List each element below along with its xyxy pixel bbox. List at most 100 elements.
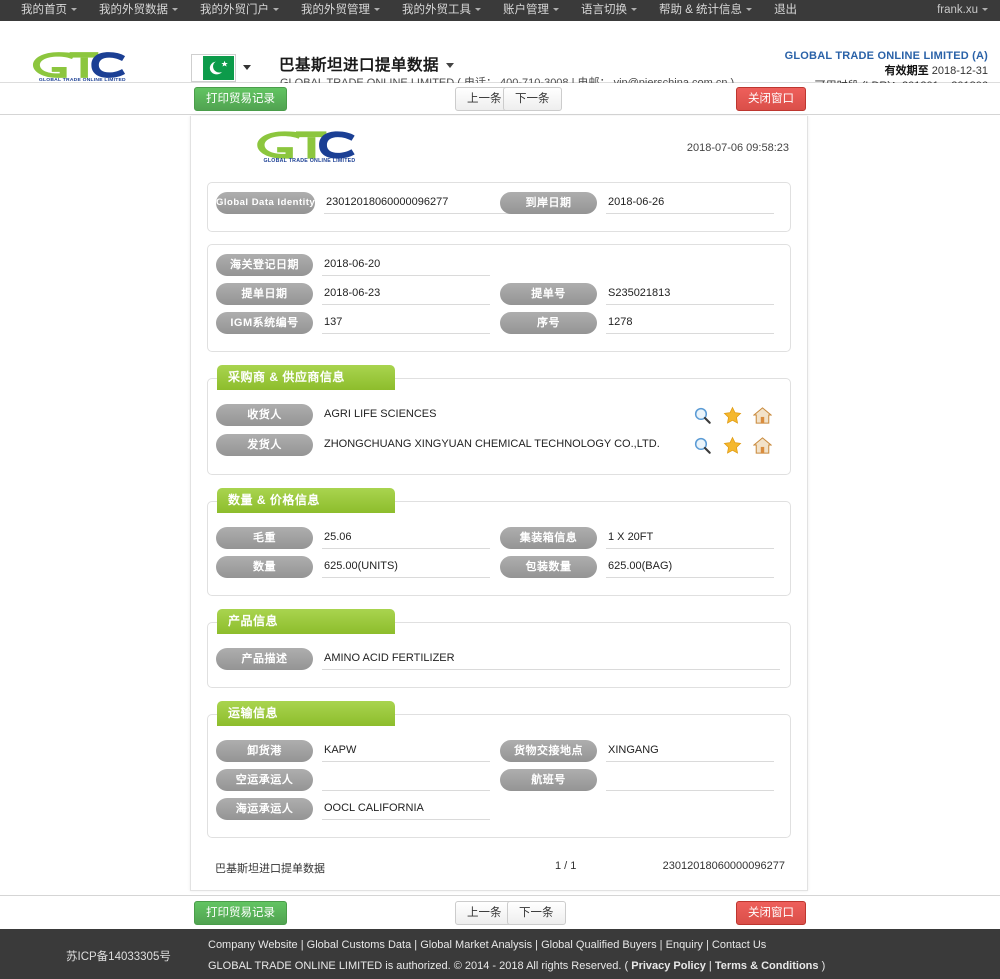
field-label: Global Data Identity [216,192,315,214]
nav-item-3[interactable]: 我的外贸管理 [290,0,391,21]
parties-card-body: 收货人 AGRI LIFE SCIENCES 发货人 ZHONGCHUANG X… [208,385,790,474]
document-logo: GLOBAL TRADE ONLINE LIMITED [252,128,362,167]
field-value: 23012018060000096277 [324,193,512,214]
page-title-chevron-down-icon[interactable] [446,63,455,69]
footer-link-0[interactable]: Company Website [208,939,298,951]
site-header: GLOBAL TRADE ONLINE LIMITED 巴基斯坦进口提单数据 G… [0,21,1000,92]
transport-card-body: 卸货港 KAPW 货物交接地点 XINGANG 空运承运人 航班号 海运承运人 … [208,721,790,837]
identity-card-body: Global Data Identity 2301201806000009627… [208,183,790,231]
flag-dropdown-caret-icon[interactable] [243,65,251,70]
field-value [322,770,490,791]
nav-item-7[interactable]: 帮助 & 统计信息 [648,0,763,21]
field-place-of-delivery: 货物交接地点 XINGANG [500,740,774,762]
nav-item-6[interactable]: 语言切换 [570,0,648,21]
document-footer-title: 巴基斯坦进口提单数据 [215,863,325,875]
nav-item-0[interactable]: 我的首页 [10,0,88,21]
privacy-policy-link[interactable]: Privacy Policy [631,960,706,972]
footer-link-2[interactable]: Global Market Analysis [420,939,532,951]
field-label: 空运承运人 [216,769,313,791]
parties-card: 采购商 & 供应商信息 收货人 AGRI LIFE SCIENCES 发货人 Z… [207,365,791,475]
footer-copyright: GLOBAL TRADE ONLINE LIMITED is authorize… [208,960,825,972]
document-timestamp: 2018-07-06 09:58:23 [686,142,789,154]
copyright-text: GLOBAL TRADE ONLINE LIMITED is authorize… [208,960,632,972]
field-igm-number: IGM系统编号 137 [216,312,490,334]
chevron-down-icon [631,8,637,12]
footer-link-5[interactable]: Contact Us [712,939,766,951]
nav-item-8[interactable]: 退出 [763,0,808,21]
field-row: Global Data Identity 2301201806000009627… [216,192,780,221]
field-row: IGM系统编号 137 序号 1278 [216,312,780,341]
field-label: 集装箱信息 [500,527,597,549]
document-header: GLOBAL TRADE ONLINE LIMITED 2018-07-06 0… [207,124,791,182]
quantity-card-body: 毛重 25.06 集装箱信息 1 X 20FT 数量 625.00(UNITS)… [208,508,790,595]
nav-item-label: 我的外贸数据 [99,4,168,16]
nav-item-4[interactable]: 我的外贸工具 [391,0,492,21]
field-shipper: 发货人 ZHONGCHUANG XINGYUAN CHEMICAL TECHNO… [216,434,760,456]
transport-section-tab: 运输信息 [217,701,395,726]
nav-item-1[interactable]: 我的外贸数据 [88,0,189,21]
field-package-quantity: 包装数量 625.00(BAG) [500,556,774,578]
user-name: frank.xu [937,4,978,16]
shipper-actions [693,436,772,455]
footer-link-3[interactable]: Global Qualified Buyers [541,939,657,951]
print-trade-record-button[interactable]: 打印贸易记录 [194,87,287,111]
next-record-button-bottom[interactable]: 下一条 [507,901,566,925]
field-label: 发货人 [216,434,313,456]
star-icon[interactable] [723,436,742,455]
search-icon[interactable] [693,436,712,455]
user-menu[interactable]: frank.xu [937,0,988,21]
close-window-button[interactable]: 关闭窗口 [736,87,806,111]
field-row: 海关登记日期 2018-06-20 [216,254,780,283]
next-record-button[interactable]: 下一条 [503,87,562,111]
chevron-down-icon [273,8,279,12]
nav-items-container: 我的首页 我的外贸数据 我的外贸门户 我的外贸管理 我的外贸工具 账户管理 语言切换 帮助 &… [10,0,808,21]
nav-item-label: 我的外贸工具 [402,4,471,16]
home-icon[interactable] [753,406,772,425]
terms-conditions-link[interactable]: Terms & Conditions [715,960,819,972]
field-value: 25.06 [322,528,490,549]
footer-link-1[interactable]: Global Customs Data [307,939,412,951]
field-value: OOCL CALIFORNIA [322,799,490,820]
footer-links: Company Website | Global Customs Data | … [208,939,766,951]
search-icon[interactable] [693,406,712,425]
field-quantity: 数量 625.00(UNITS) [216,556,490,578]
account-name: GLOBAL TRADE ONLINE LIMITED (A) [784,50,988,62]
field-label: 产品描述 [216,648,313,670]
chevron-down-icon [553,8,559,12]
field-air-carrier: 空运承运人 [216,769,490,791]
footer-link-4[interactable]: Enquiry [666,939,703,951]
field-value: KAPW [322,741,490,762]
field-discharge-port: 卸货港 KAPW [216,740,490,762]
nav-item-2[interactable]: 我的外贸门户 [189,0,290,21]
field-value: 1278 [606,313,774,334]
top-toolbar: 打印贸易记录 上一条 下一条 关闭窗口 [0,83,1000,115]
field-label: 提单号 [500,283,597,305]
customs-card-body: 海关登记日期 2018-06-20 提单日期 2018-06-23 提单号 S2… [208,245,790,351]
field-container-info: 集装箱信息 1 X 20FT [500,527,774,549]
footer-link-separator: | [297,939,307,951]
gto-logo[interactable]: GLOBAL TRADE ONLINE LIMITED [28,49,132,81]
nav-item-5[interactable]: 账户管理 [492,0,570,21]
document-footer-identity: 23012018060000096277 [662,860,785,872]
nav-item-label: 我的外贸管理 [301,4,370,16]
field-value: 1 X 20FT [606,528,774,549]
copyright-suffix: ) [818,960,826,972]
field-sea-carrier: 海运承运人 OOCL CALIFORNIA [216,798,490,820]
field-label: 包装数量 [500,556,597,578]
close-window-button-bottom[interactable]: 关闭窗口 [736,901,806,925]
field-row: 数量 625.00(UNITS) 包装数量 625.00(BAG) [216,556,780,585]
field-global-data-identity: Global Data Identity 2301201806000009627… [216,192,512,214]
chevron-down-icon [374,8,380,12]
field-row: 产品描述 AMINO ACID FERTILIZER [216,648,780,677]
print-trade-record-button-bottom[interactable]: 打印贸易记录 [194,901,287,925]
chevron-down-icon [982,8,988,12]
country-flag-selector[interactable] [191,54,236,82]
quantity-section-tab: 数量 & 价格信息 [217,488,395,513]
star-icon[interactable] [723,406,742,425]
field-customs-registration-date: 海关登记日期 2018-06-20 [216,254,490,276]
home-icon[interactable] [753,436,772,455]
nav-item-label: 语言切换 [581,4,627,16]
pakistan-flag-icon [193,56,234,80]
field-row: 卸货港 KAPW 货物交接地点 XINGANG [216,740,780,769]
previous-record-button-bottom[interactable]: 上一条 [455,901,514,925]
